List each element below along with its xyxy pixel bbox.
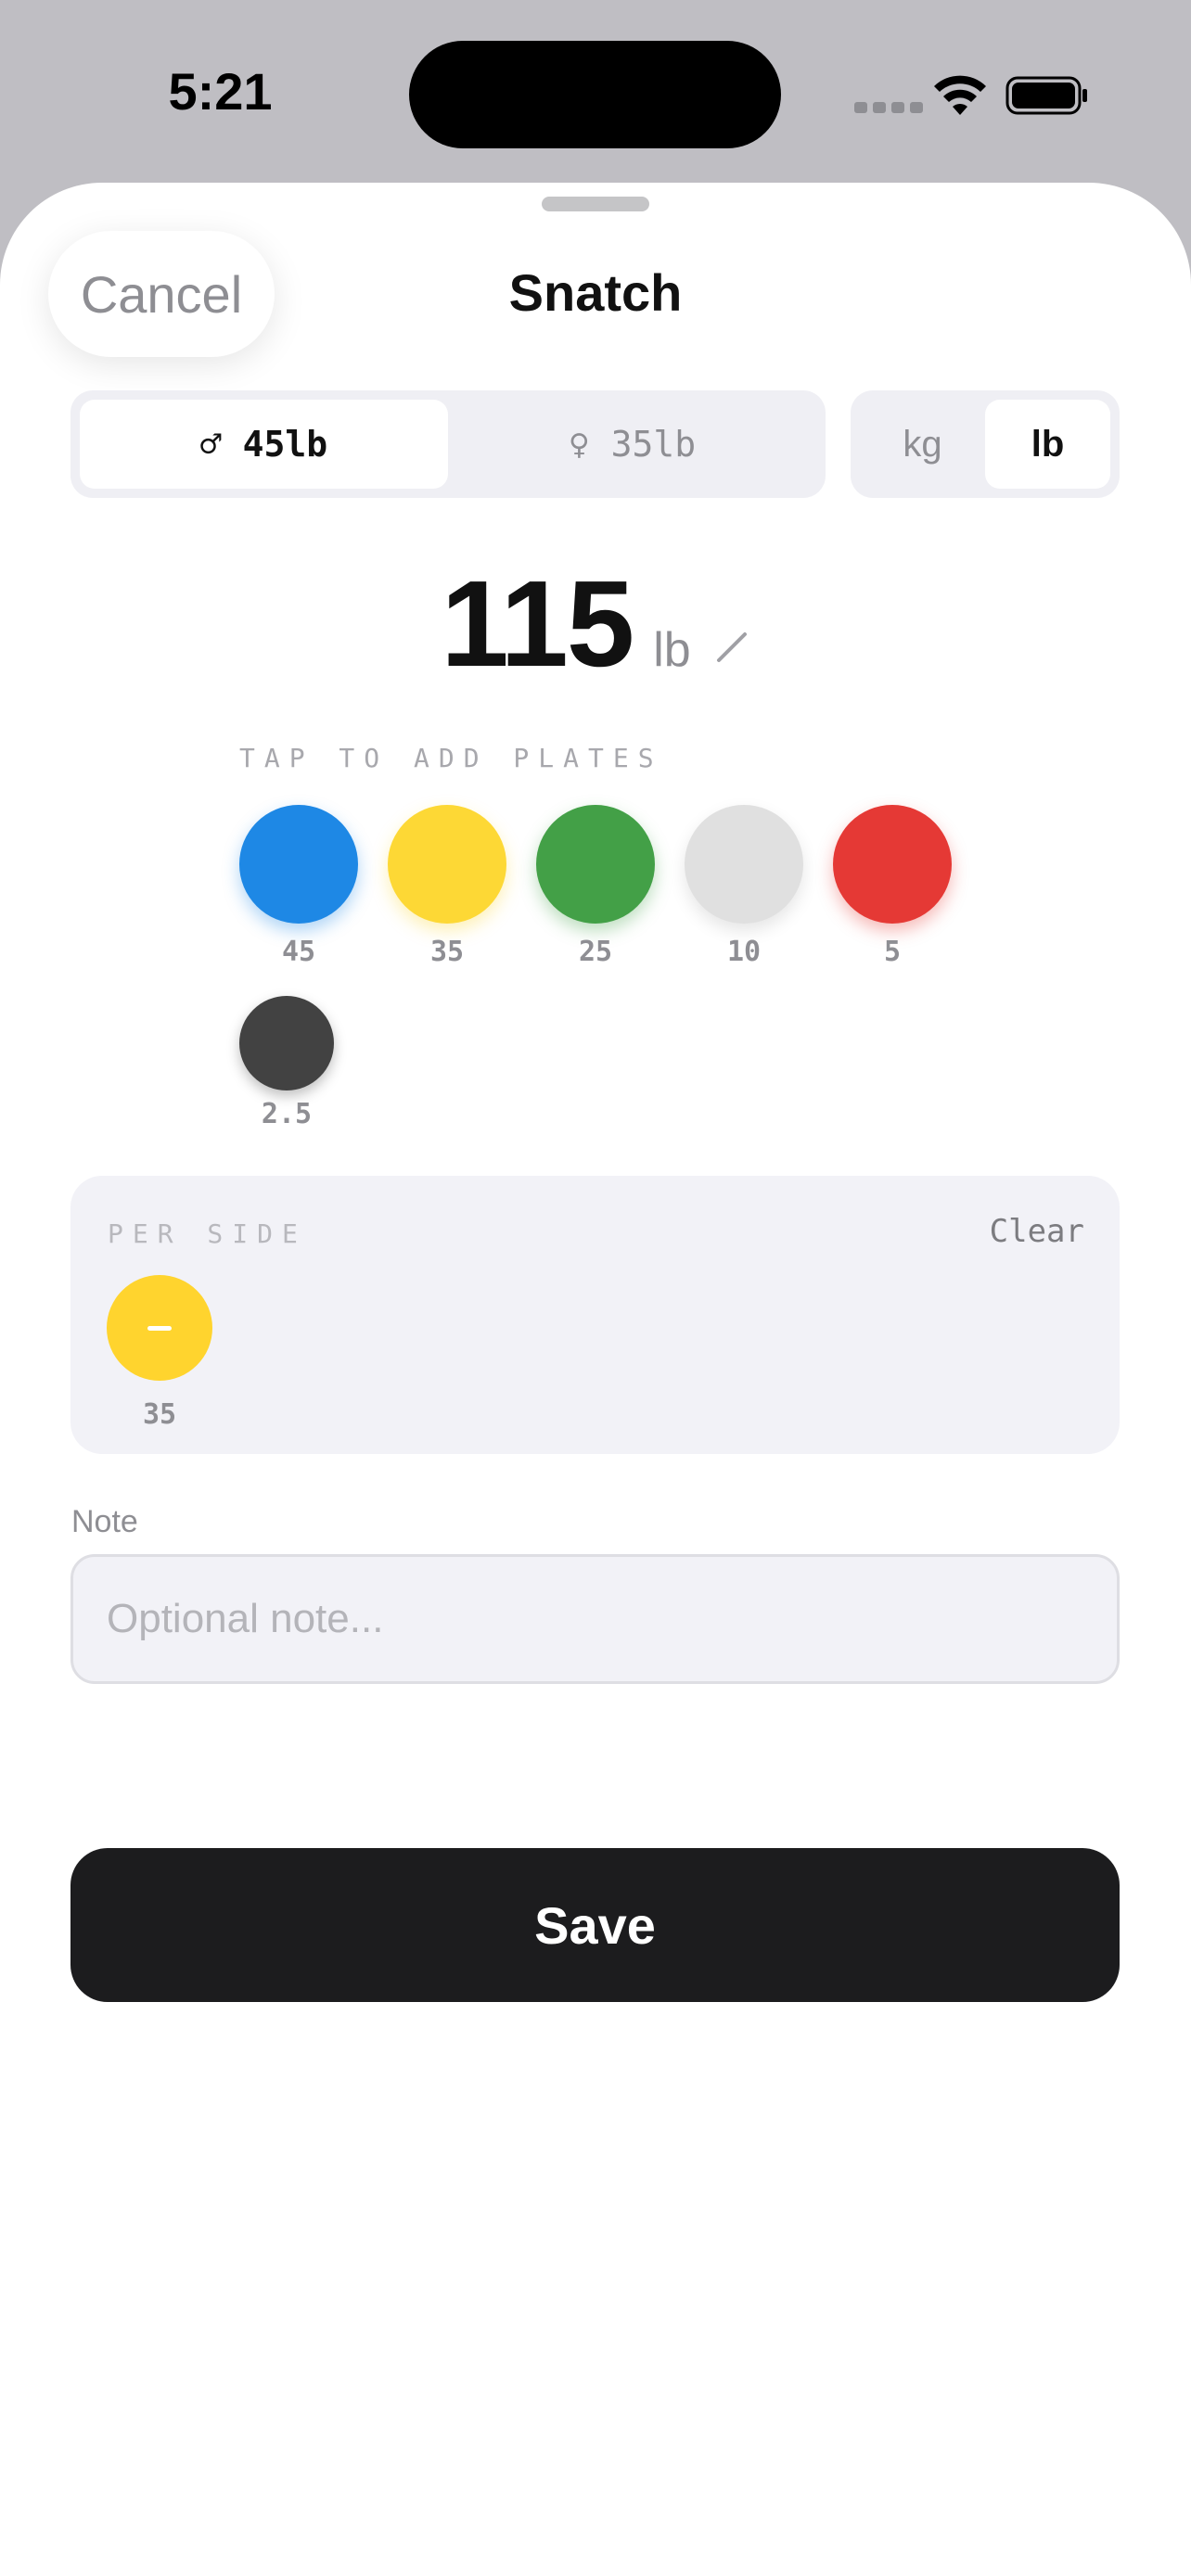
- save-button[interactable]: Save: [70, 1848, 1120, 2002]
- plate-2-5-label: 2.5: [261, 1098, 313, 1130]
- weight-value[interactable]: 115: [441, 554, 634, 694]
- unit-option-lb[interactable]: lb: [985, 400, 1110, 489]
- plate-35[interactable]: [388, 805, 506, 924]
- per-side-plate-label: 35: [142, 1398, 177, 1431]
- bar-option-women[interactable]: ♀ 35lb: [448, 400, 816, 489]
- battery-icon: [1005, 76, 1087, 115]
- clear-button[interactable]: Clear: [990, 1213, 1084, 1250]
- pencil-icon[interactable]: [713, 629, 750, 666]
- plate-5-label: 5: [883, 936, 902, 968]
- bar-weight-selector: ♂ 45lb ♀ 35lb: [70, 390, 826, 498]
- plate-45-label: 45: [281, 936, 316, 968]
- unit-option-kg[interactable]: kg: [860, 400, 985, 489]
- per-side-card: PER SIDE Clear 35: [70, 1176, 1120, 1454]
- plate-25-label: 25: [578, 936, 613, 968]
- wifi-icon: [934, 75, 986, 115]
- plate-45[interactable]: [239, 805, 358, 924]
- per-side-plate-35[interactable]: [107, 1275, 212, 1381]
- bar-option-men[interactable]: ♂ 45lb: [80, 400, 448, 489]
- unit-selector: kg lb: [851, 390, 1120, 498]
- note-label: Note: [71, 1504, 138, 1539]
- per-side-label: PER SIDE: [108, 1218, 307, 1249]
- minus-icon: [147, 1325, 172, 1331]
- cellular-signal-icon: [854, 102, 923, 113]
- plate-25[interactable]: [536, 805, 655, 924]
- plate-10[interactable]: [685, 805, 803, 924]
- weight-unit: lb: [653, 623, 691, 677]
- weight-display: 115 lb: [0, 554, 1191, 694]
- sheet-grabber[interactable]: [542, 197, 649, 211]
- plate-2-5[interactable]: [239, 996, 334, 1090]
- plate-5[interactable]: [833, 805, 952, 924]
- dynamic-island: [409, 41, 781, 148]
- plates-label: TAP TO ADD PLATES: [239, 743, 663, 773]
- entry-sheet: Cancel Snatch ♂ 45lb ♀ 35lb kg lb 115 lb…: [0, 183, 1191, 2576]
- note-input[interactable]: [70, 1554, 1120, 1684]
- sheet-title: Snatch: [508, 263, 683, 322]
- status-time: 5:21: [168, 62, 273, 121]
- plate-10-label: 10: [726, 936, 762, 968]
- plate-35-label: 35: [429, 936, 465, 968]
